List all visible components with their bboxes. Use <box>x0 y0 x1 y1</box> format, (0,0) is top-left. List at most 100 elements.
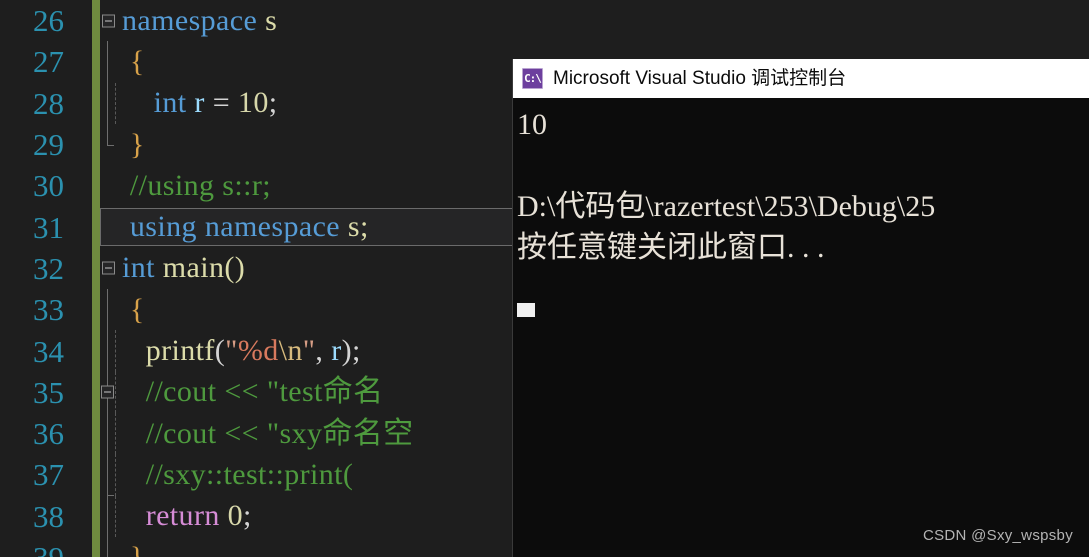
fold-collapse-icon[interactable] <box>101 385 114 399</box>
change-track <box>92 206 100 248</box>
change-track <box>92 123 100 166</box>
glyph-margin[interactable] <box>78 206 92 247</box>
console-output[interactable]: 10 D:\代码包\razertest\253\Debug\25 按任意键关闭此… <box>513 98 1089 557</box>
indent-guide <box>115 412 116 455</box>
console-line: 按任意键关闭此窗口. . . <box>517 231 825 264</box>
outline-guide <box>107 82 108 124</box>
token-comma: , <box>315 334 324 368</box>
token-brace: } <box>129 540 145 557</box>
token-brace: } <box>129 127 145 161</box>
token-format-spec: %d <box>237 334 279 368</box>
outline-guide <box>107 123 108 145</box>
token-comment: //using s::r; <box>129 168 271 202</box>
line-number: 35 <box>33 374 64 410</box>
console-line: 10 <box>517 108 547 141</box>
token-number: 0 <box>227 499 244 533</box>
glyph-margin[interactable] <box>78 248 92 289</box>
token-operator: = <box>212 86 231 120</box>
change-track <box>92 0 100 42</box>
token-keyword: namespace <box>204 210 341 244</box>
indent-guide <box>115 82 116 124</box>
token-brace: { <box>129 44 145 78</box>
token-identifier: s <box>265 3 278 37</box>
token-quote: " <box>302 334 316 368</box>
outline-guide <box>107 330 108 372</box>
token-escape: \n <box>278 334 303 368</box>
code-line-26[interactable]: 26 namespace s <box>0 0 1089 42</box>
glyph-margin[interactable] <box>78 372 92 413</box>
structure-guides <box>100 41 120 83</box>
code-text: namespace s <box>120 3 1089 37</box>
glyph-margin[interactable] <box>78 41 92 82</box>
console-title-bar[interactable]: C:\ Microsoft Visual Studio 调试控制台 <box>513 59 1089 98</box>
line-number: 39 <box>0 542 78 557</box>
outline-guide <box>107 495 108 537</box>
change-track <box>92 412 100 455</box>
token-quote: " <box>225 334 238 368</box>
change-track <box>92 82 100 124</box>
line-number: 38 <box>33 498 64 534</box>
glyph-margin[interactable] <box>78 496 92 537</box>
line-number: 36 <box>33 416 64 452</box>
indent-guide <box>115 371 116 413</box>
outline-elbow <box>107 144 114 146</box>
indent-guide <box>115 330 116 372</box>
structure-guides <box>100 289 120 331</box>
token-keyword: namespace <box>122 3 258 37</box>
console-title: Microsoft Visual Studio 调试控制台 <box>553 68 847 89</box>
token-function: main() <box>162 251 246 285</box>
change-track <box>92 289 100 331</box>
cmd-prompt-icon: C:\ <box>522 68 543 89</box>
debug-console-window[interactable]: C:\ Microsoft Visual Studio 调试控制台 10 D:\… <box>513 59 1089 557</box>
line-number: 27 <box>33 44 64 80</box>
change-track <box>92 536 100 557</box>
change-track <box>92 247 100 290</box>
structure-guides <box>100 495 120 537</box>
token-variable: r <box>194 86 205 120</box>
glyph-margin[interactable] <box>78 165 92 206</box>
structure-guides <box>100 123 120 165</box>
structure-guides <box>100 371 120 413</box>
line-number: 26 <box>33 3 64 39</box>
token-comment: //sxy::test::print( <box>145 457 354 491</box>
structure-guides <box>100 0 120 41</box>
line-number: 34 <box>33 333 64 369</box>
token-function: printf <box>145 334 215 368</box>
screenshot-root: 26 namespace s 27 { 28 int r = 10; 29} … <box>0 0 1089 557</box>
glyph-margin[interactable] <box>78 289 92 330</box>
token-variable: r <box>331 334 342 368</box>
structure-guides <box>100 248 120 289</box>
change-track <box>92 41 100 83</box>
outline-guide <box>107 454 108 496</box>
token-identifier: s; <box>347 210 369 244</box>
glyph-margin[interactable] <box>78 330 92 371</box>
token-keyword: using <box>129 210 197 244</box>
structure-guides <box>100 165 120 206</box>
glyph-margin[interactable] <box>78 124 92 165</box>
csdn-watermark: CSDN @Sxy_wspsby <box>922 527 1073 544</box>
fold-collapse-icon[interactable] <box>102 14 115 28</box>
line-number: 32 <box>33 250 64 286</box>
glyph-margin[interactable] <box>78 413 92 454</box>
glyph-margin[interactable] <box>78 454 92 495</box>
glyph-margin[interactable] <box>78 0 92 41</box>
outline-guide <box>107 41 108 83</box>
line-number: 33 <box>33 292 64 328</box>
glyph-margin[interactable] <box>78 537 92 557</box>
change-track <box>92 330 100 372</box>
token-comment: //cout << "test命名 <box>145 375 384 409</box>
change-track <box>92 495 100 537</box>
structure-guides <box>100 330 120 372</box>
indent-guide <box>115 454 116 496</box>
glyph-margin[interactable] <box>78 83 92 124</box>
token-keyword: int <box>122 251 155 285</box>
token-keyword: return <box>145 499 220 533</box>
change-track <box>92 165 100 207</box>
fold-collapse-icon[interactable] <box>102 261 115 275</box>
token-semicolon: ; <box>268 86 278 120</box>
outline-guide <box>107 289 108 331</box>
token-paren: ( <box>214 334 226 368</box>
structure-guides <box>100 412 120 455</box>
outline-guide <box>107 412 108 455</box>
